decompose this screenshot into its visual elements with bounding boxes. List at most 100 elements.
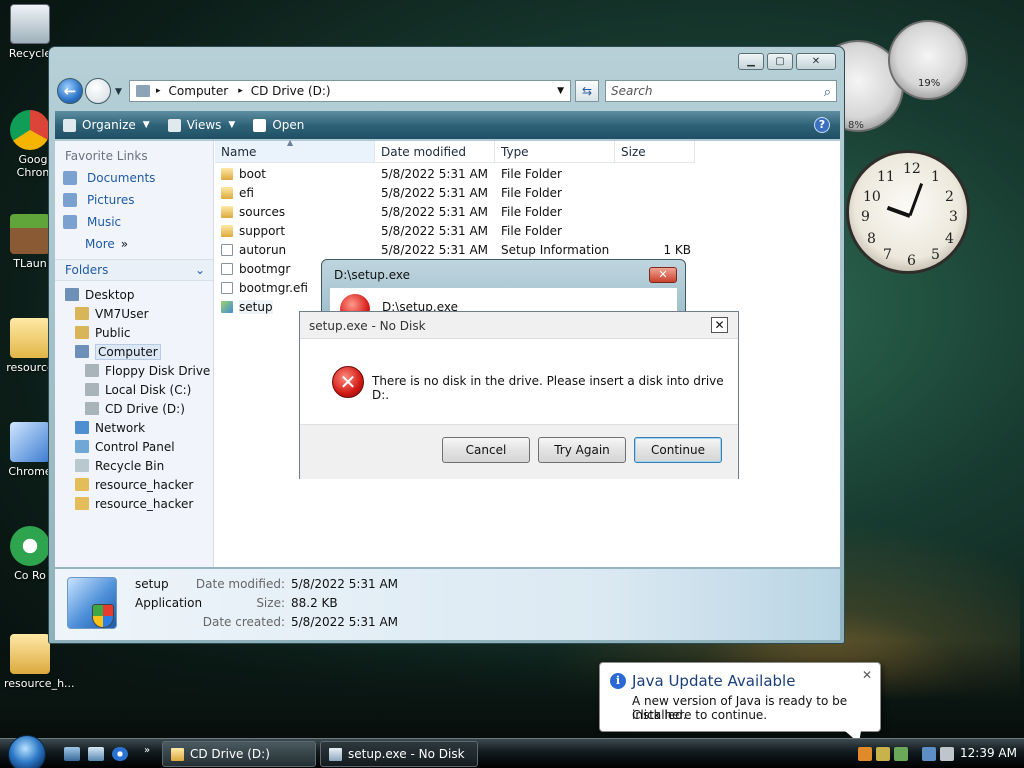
file-row[interactable]: autorun 5/8/2022 5:31 AM Setup Information… (215, 241, 840, 260)
address-dropdown-icon[interactable]: ▼ (557, 86, 564, 96)
back-button[interactable]: ← (57, 78, 83, 104)
file-row[interactable]: sources 5/8/2022 5:31 AM File Folder (215, 203, 840, 222)
maximize-button[interactable]: ▢ (767, 53, 793, 70)
breadcrumb-cd-drive[interactable]: CD Drive (D:) (251, 84, 331, 98)
column-header-size[interactable]: Size (615, 141, 695, 163)
network-icon[interactable] (922, 747, 936, 761)
folder-tree: Desktop VM7User Public Computer Floppy Disk … (55, 281, 213, 513)
tray-icon[interactable] (876, 747, 890, 761)
command-toolbar: Organize ▼ Views ▼ Open ? (55, 111, 840, 139)
details-file-name: setup (135, 577, 169, 591)
volume-muted-icon[interactable] (940, 747, 954, 761)
tree-item[interactable]: CD Drive (D:) (55, 399, 213, 418)
tree-item-label: Local Disk (C:) (105, 382, 192, 397)
details-size: 88.2 KB (291, 596, 338, 610)
details-date-modified: 5/8/2022 5:31 AM (291, 577, 399, 591)
tree-item[interactable]: Local Disk (C:) (55, 380, 213, 399)
internet-explorer-icon[interactable] (112, 747, 128, 761)
taskbar: » CD Drive (D:) setup.exe - No Disk 12:3… (0, 735, 1024, 768)
address-bar[interactable]: ▸ Computer ▸ CD Drive (D:) ▼ (129, 80, 571, 102)
folders-header[interactable]: Folders ⌄ (55, 259, 213, 281)
favorite-pictures[interactable]: Pictures (55, 189, 213, 211)
tree-item[interactable]: Network (55, 418, 213, 437)
dialog-titlebar[interactable]: setup.exe - No Disk ✕ (300, 312, 738, 339)
tree-item[interactable]: Public (55, 323, 213, 342)
file-icon (221, 301, 233, 313)
tree-item-label: Network (95, 420, 146, 435)
notification-line: Click here to continue. (632, 708, 768, 722)
chevron-down-icon: ▼ (228, 120, 236, 130)
start-button[interactable] (8, 735, 46, 768)
tree-item-label: Desktop (85, 287, 135, 302)
quick-launch-overflow-icon[interactable]: » (144, 745, 150, 756)
clock-numeral: 9 (861, 209, 870, 225)
file-size: 1 KB (663, 243, 691, 257)
column-header-date-modified[interactable]: Date modified (375, 141, 495, 163)
file-date: 5/8/2022 5:31 AM (381, 186, 489, 200)
organize-icon (63, 118, 76, 132)
views-menu[interactable]: Views ▼ (167, 118, 236, 132)
recent-pages-dropdown-icon[interactable]: ▼ (115, 87, 122, 97)
help-icon[interactable]: ? (814, 117, 830, 133)
file-row[interactable]: efi 5/8/2022 5:31 AM File Folder (215, 184, 840, 203)
column-header-type[interactable]: Type (495, 141, 615, 163)
favorite-links-heading: Favorite Links (65, 149, 148, 163)
tray-icon[interactable] (894, 747, 908, 761)
taskbar-button-cd-drive[interactable]: CD Drive (D:) (162, 741, 316, 767)
taskbar-button-no-disk[interactable]: setup.exe - No Disk (320, 741, 478, 767)
column-header-label: Type (501, 145, 529, 159)
tree-item-label: resource_hacker (95, 496, 194, 511)
minimize-button[interactable]: ▁ (738, 53, 764, 70)
show-desktop-icon[interactable] (64, 747, 80, 761)
file-type: Setup Information (501, 243, 610, 257)
open-icon (253, 118, 267, 132)
cpu-meter-value: 8% (848, 120, 864, 131)
close-icon[interactable]: ✕ (862, 668, 872, 682)
continue-button[interactable]: Continue (634, 437, 722, 463)
column-header-name[interactable]: Name ▲ (215, 138, 375, 163)
refresh-button[interactable]: ⇆ (575, 80, 599, 102)
clock-gadget[interactable]: 12 1 2 3 4 5 6 7 8 9 10 11 (846, 150, 970, 274)
favorite-documents[interactable]: Documents (55, 167, 213, 189)
close-button[interactable]: ✕ (649, 267, 677, 283)
favorites-more-link[interactable]: More » (55, 233, 213, 255)
tree-item-icon (85, 383, 99, 396)
documents-icon (63, 171, 77, 185)
search-input[interactable]: Search ⌕ (605, 80, 837, 102)
open-button[interactable]: Open (253, 118, 304, 132)
cancel-button[interactable]: Cancel (442, 437, 530, 463)
java-update-tray-icon[interactable] (858, 747, 872, 761)
try-again-button[interactable]: Try Again (538, 437, 626, 463)
tree-item[interactable]: VM7User (55, 304, 213, 323)
switch-windows-icon[interactable] (88, 747, 104, 761)
tree-item[interactable]: Desktop (55, 285, 213, 304)
tree-item[interactable]: Recycle Bin (55, 456, 213, 475)
tree-item[interactable]: resource_hacker (55, 494, 213, 513)
details-label: Size: (256, 596, 285, 610)
favorite-music[interactable]: Music (55, 211, 213, 233)
setup-exe-dialog-behind[interactable]: D:\setup.exe ✕ D:\setup.exe (321, 259, 686, 324)
views-icon (167, 118, 181, 132)
folder-icon (171, 747, 184, 761)
breadcrumb-computer[interactable]: Computer (169, 84, 229, 98)
close-button[interactable]: ✕ (796, 53, 836, 70)
no-disk-dialog[interactable]: setup.exe - No Disk ✕ ✕ There is no disk… (299, 311, 739, 479)
taskbar-clock[interactable]: 12:39 AM (960, 746, 1017, 760)
organize-menu[interactable]: Organize ▼ (63, 118, 150, 132)
forward-button[interactable] (85, 78, 111, 104)
tree-item[interactable]: Control Panel (55, 437, 213, 456)
search-icon[interactable]: ⌕ (824, 83, 831, 103)
close-button[interactable]: ✕ (711, 317, 728, 333)
tree-item[interactable]: Computer (55, 342, 213, 361)
memory-meter-gadget[interactable]: 19% (888, 20, 968, 100)
column-header-label: Size (621, 145, 646, 159)
java-update-notification[interactable]: i Java Update Available A new version of… (599, 662, 881, 743)
tree-item[interactable]: Floppy Disk Drive (A (55, 361, 213, 380)
file-row[interactable]: boot 5/8/2022 5:31 AM File Folder (215, 165, 840, 184)
dialog-message: There is no disk in the drive. Please in… (372, 374, 724, 402)
tree-item[interactable]: resource_hacker (55, 475, 213, 494)
file-row[interactable]: support 5/8/2022 5:31 AM File Folder (215, 222, 840, 241)
clock-numeral: 6 (907, 253, 916, 269)
folder-icon (221, 168, 233, 180)
folder-icon (221, 206, 233, 218)
